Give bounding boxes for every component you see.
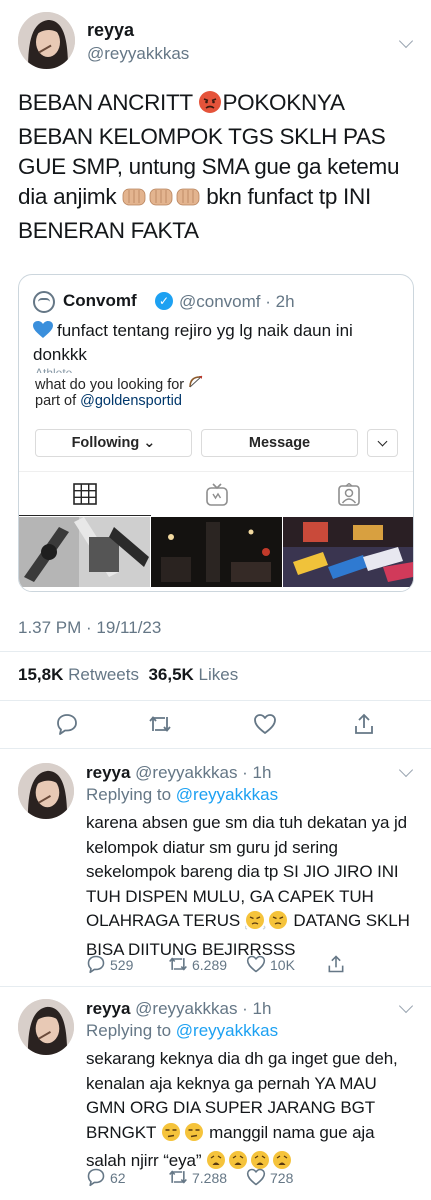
screenshot-bio-prefix: part of: [35, 393, 81, 409]
replying-prefix: Replying to: [86, 785, 176, 804]
reply-actions: 529 6.289 10K: [86, 954, 416, 976]
retweets-label[interactable]: Retweets: [68, 665, 139, 684]
replying-to-handle[interactable]: @reyyakkkas: [176, 1021, 278, 1040]
retweet-icon: [169, 1170, 187, 1184]
reply-count: 529: [110, 957, 134, 973]
retweet-icon[interactable]: [148, 712, 172, 736]
reply-actions: 62 7.288 728: [86, 1167, 416, 1189]
reply-tweet[interactable]: reyya @reyyakkkas · 1h Replying to @reyy…: [0, 987, 431, 1200]
likes-count[interactable]: 36,5K: [148, 665, 193, 684]
reply-author-handle[interactable]: @reyyakkkas · 1h: [135, 999, 271, 1018]
photo-grid: [19, 517, 413, 591]
tagged-icon: [338, 483, 360, 506]
following-label: Following: [71, 435, 140, 451]
screenshot-bio-line2: part of @goldensportid: [35, 393, 182, 409]
replying-to: Replying to @reyyakkkas: [86, 1021, 278, 1041]
likes-label[interactable]: Likes: [199, 665, 239, 684]
screenshot-bio-tag: @goldensportid: [80, 393, 182, 409]
avatar[interactable]: [18, 999, 74, 1055]
quoted-author-name: Convomf: [63, 291, 137, 310]
divider: [0, 651, 431, 652]
chevron-down-icon[interactable]: [398, 998, 414, 1014]
quoted-author-handle: @convomf · 2h: [179, 292, 295, 311]
screenshot-bio-line1: what do you looking for: [35, 375, 204, 393]
reply-icon: [87, 955, 105, 974]
suggested-dropdown-button: [367, 429, 398, 457]
chevron-down-icon: ⌄: [139, 435, 156, 451]
quoted-tweet-text: funfact tentang rejiro yg lg naik daun i…: [33, 319, 403, 367]
chevron-down-icon[interactable]: [398, 33, 414, 49]
replying-to-handle[interactable]: @reyyakkkas: [176, 785, 278, 804]
retweet-icon: [169, 957, 187, 971]
tweet-text: BEBAN ANCRITT POKOKNYA BEBAN KELOMPOK TG…: [18, 88, 418, 246]
bow-arrow-emoji: [188, 375, 204, 393]
retweet-count: 7.288: [192, 1170, 228, 1186]
reply-tweet[interactable]: reyya @reyyakkkas · 1h Replying to @reyy…: [0, 749, 431, 985]
share-icon: [328, 955, 344, 973]
avatar[interactable]: [18, 763, 74, 819]
chevron-down-icon[interactable]: [398, 762, 414, 778]
blue-heart-icon: [33, 321, 53, 339]
tweet-actions: [0, 700, 431, 746]
reply-author-name[interactable]: reyya: [86, 763, 130, 782]
tweet-text-part1: BEBAN ANCRITT: [18, 90, 199, 115]
avatar[interactable]: [18, 12, 75, 69]
quoted-avatar[interactable]: [33, 291, 55, 313]
reply-author-name[interactable]: reyya: [86, 999, 130, 1018]
grid-icon: [73, 483, 97, 505]
like-icon: [246, 1168, 266, 1186]
like-count: 728: [270, 1170, 294, 1186]
grid-tab: [19, 472, 151, 516]
screenshot-bio-text: what do you looking for: [35, 377, 189, 393]
reply-author: reyya @reyyakkkas · 1h: [86, 999, 271, 1019]
quoted-text: funfact tentang rejiro yg lg naik daun i…: [33, 321, 353, 364]
share-button[interactable]: [326, 954, 348, 976]
reply-icon: [87, 1168, 105, 1187]
retweet-count: 6.289: [192, 957, 228, 973]
screenshot-category-label: Athlete: [35, 367, 72, 373]
replying-to: Replying to @reyyakkkas: [86, 785, 278, 805]
reply-text: karena absen gue sm dia tuh dekatan ya j…: [86, 811, 416, 962]
reply-author: reyya @reyyakkkas · 1h: [86, 763, 271, 783]
reply-author-handle[interactable]: @reyyakkkas · 1h: [135, 763, 271, 782]
author-name[interactable]: reyya: [87, 20, 134, 41]
share-icon[interactable]: [352, 712, 376, 736]
angry-face-emoji: [198, 90, 222, 122]
grid-photo: [19, 517, 150, 587]
reply-text: sekarang keknya dia dh ga inget gue deh,…: [86, 1047, 416, 1178]
grid-photo: [151, 517, 282, 587]
like-count: 10K: [270, 957, 295, 973]
huffing-face-emoji: [244, 910, 289, 938]
quoted-tweet[interactable]: Convomf ✓ @convomf · 2h funfact tentang …: [18, 274, 414, 592]
tagged-tab: [283, 472, 413, 516]
following-button: Following ⌄: [35, 429, 192, 457]
profile-tabs: [19, 471, 413, 516]
igtv-icon: [206, 483, 228, 506]
author-handle[interactable]: @reyyakkkas: [87, 44, 189, 64]
reply-count: 62: [110, 1170, 126, 1186]
tweet-stats: 15,8K Retweets 36,5K Likes: [18, 665, 238, 685]
clapping-hands-emoji: [122, 184, 200, 216]
like-icon: [246, 955, 266, 973]
retweets-count[interactable]: 15,8K: [18, 665, 63, 684]
grid-photo: [283, 517, 413, 587]
message-button: Message: [201, 429, 358, 457]
quoted-media-screenshot[interactable]: Athlete what do you looking for part of …: [19, 367, 413, 591]
verified-icon: ✓: [155, 292, 173, 310]
reply-icon[interactable]: [55, 712, 79, 736]
tweet-timestamp[interactable]: 1.37 PM · 19/11/23: [18, 618, 161, 638]
replying-prefix: Replying to: [86, 1021, 176, 1040]
igtv-tab: [151, 472, 283, 516]
like-icon[interactable]: [253, 712, 277, 736]
unamused-face-emoji: [161, 1122, 205, 1150]
